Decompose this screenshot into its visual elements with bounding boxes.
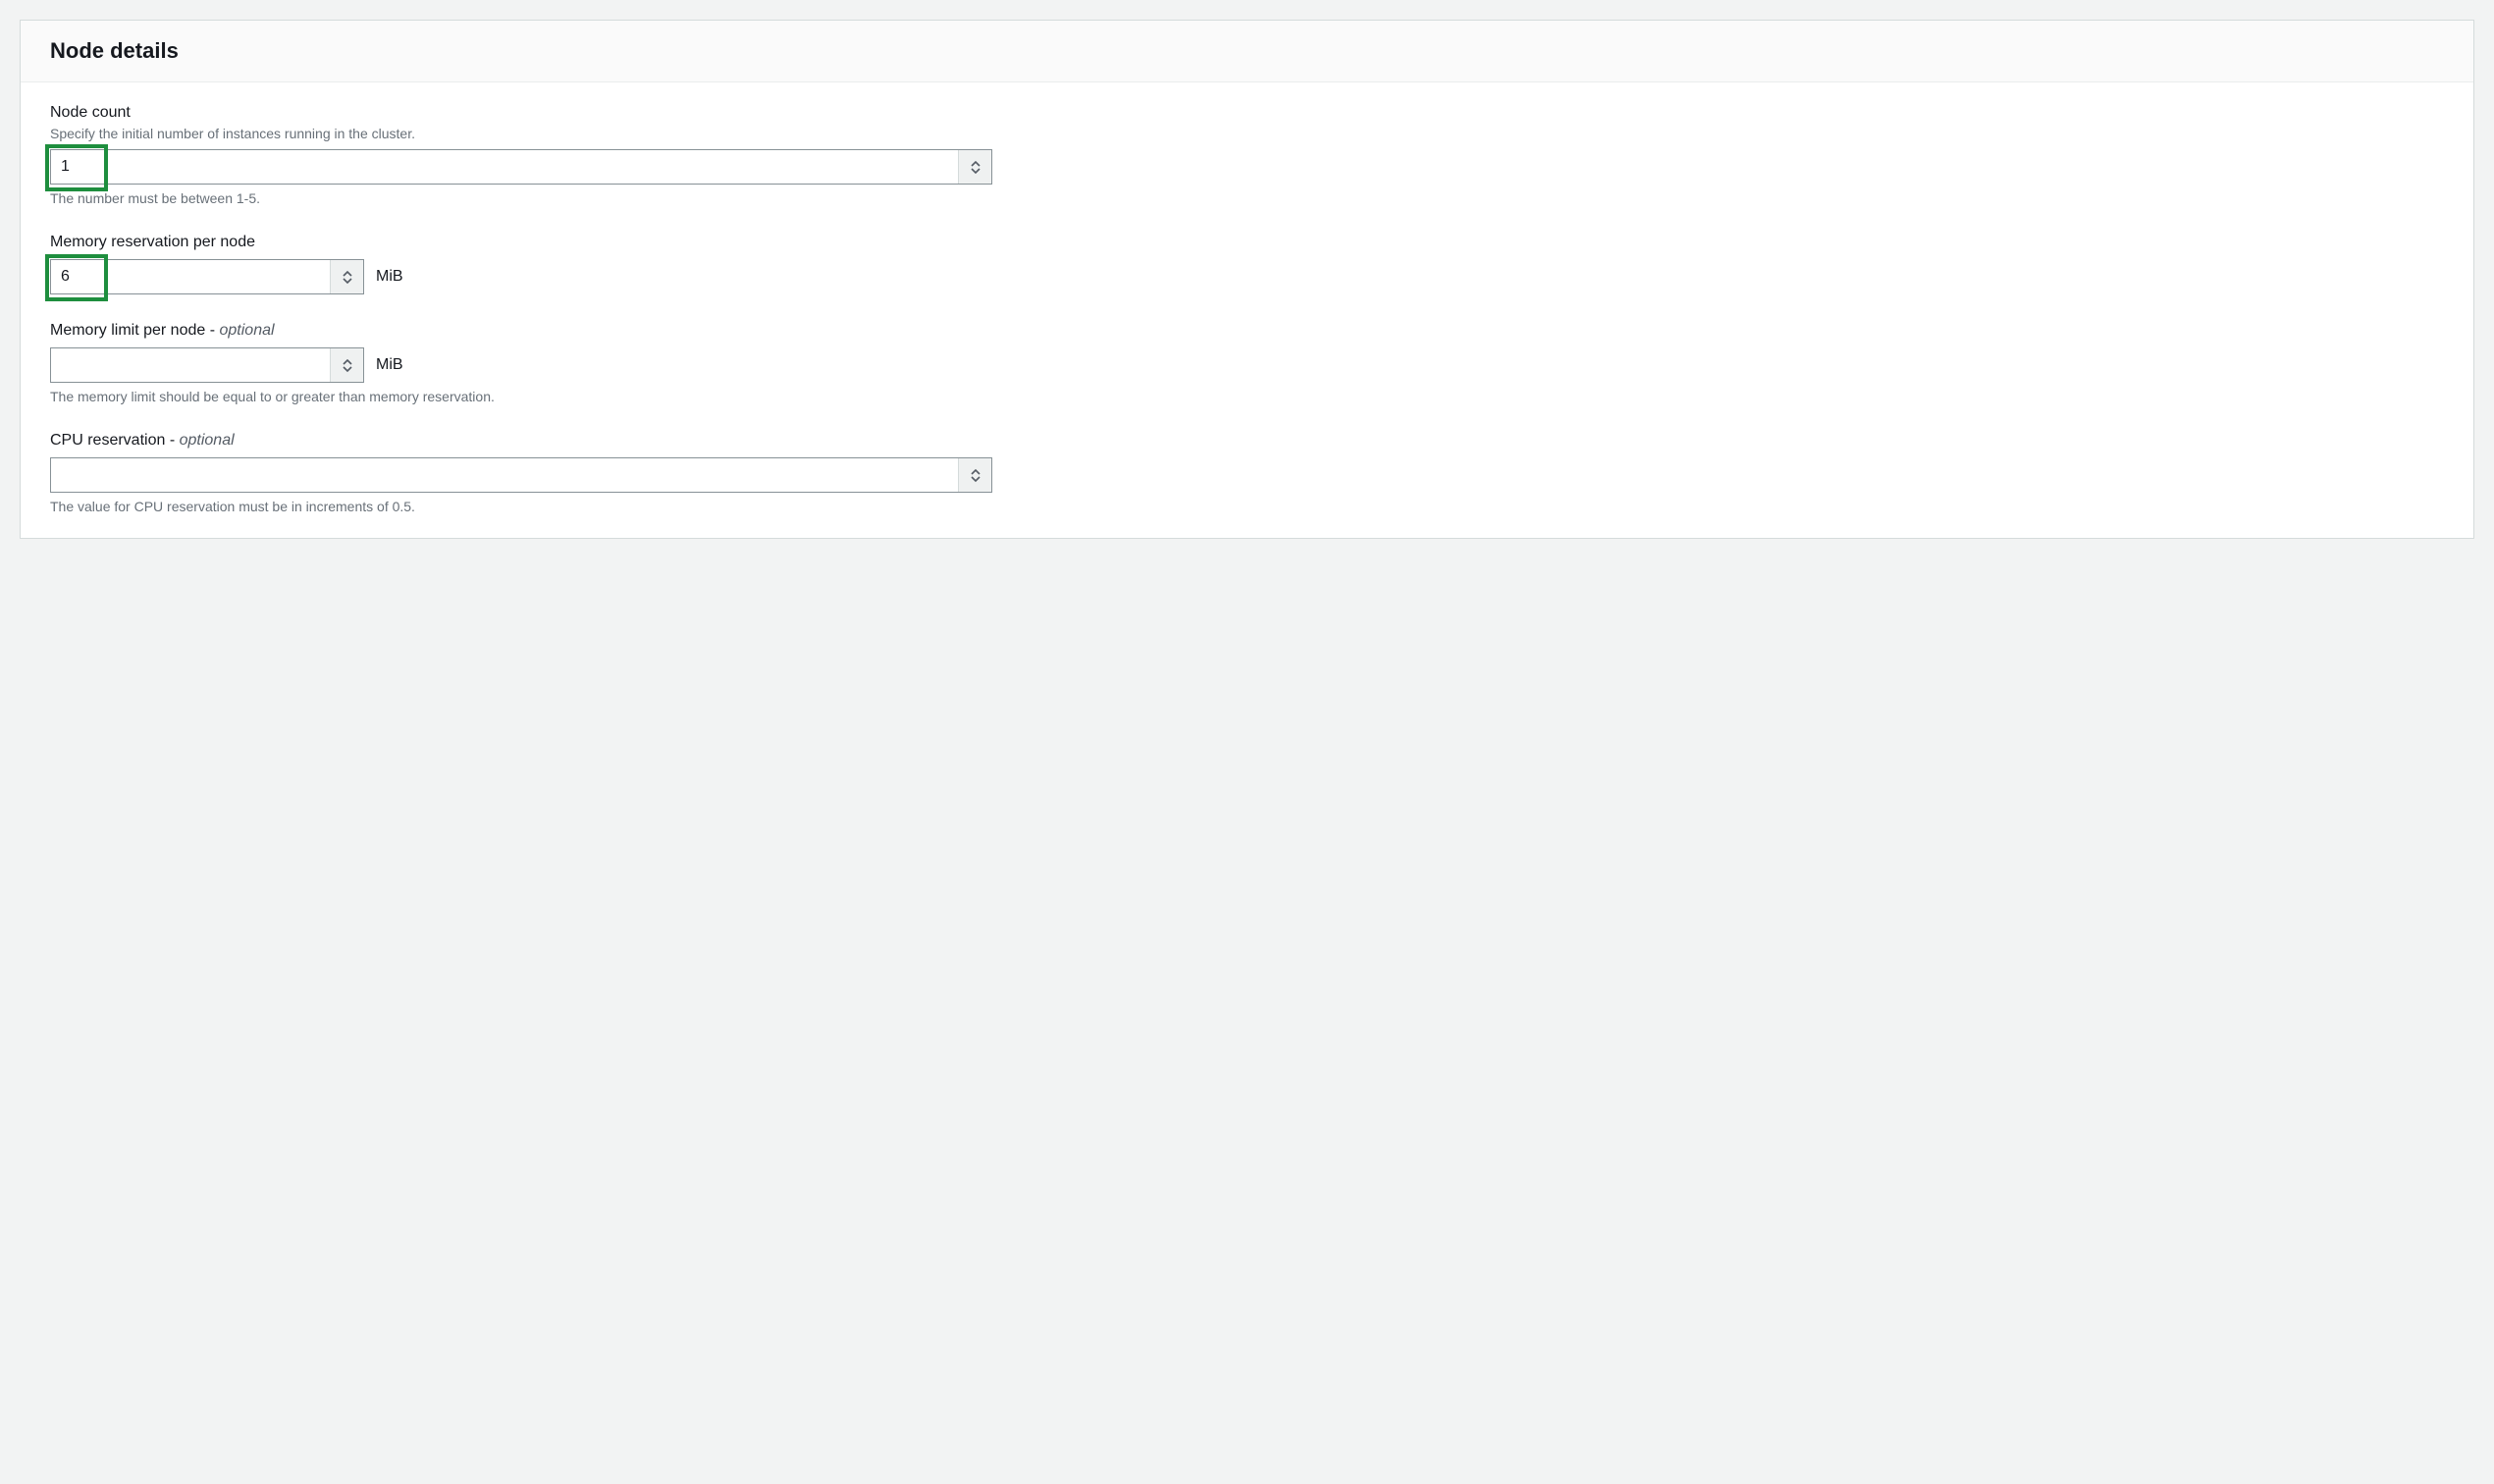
panel-title: Node details [50,38,2444,64]
memory-limit-unit: MiB [376,356,403,374]
chevron-down-icon [343,278,352,284]
memory-limit-group: Memory limit per node - optional MiB The… [50,322,2444,404]
chevron-up-icon [343,271,352,277]
node-count-group: Node count Specify the initial number of… [50,104,2444,206]
memory-limit-label-optional: optional [220,322,275,339]
memory-reservation-label: Memory reservation per node [50,234,2444,251]
memory-limit-label-main: Memory limit per node - [50,322,220,339]
node-count-description: Specify the initial number of instances … [50,126,2444,141]
node-count-stepper[interactable] [958,150,991,184]
node-count-input-wrapper [50,149,992,185]
chevron-up-icon [971,469,981,475]
memory-reservation-stepper[interactable] [330,260,363,293]
cpu-reservation-label-main: CPU reservation - [50,432,180,449]
memory-limit-constraint: The memory limit should be equal to or g… [50,389,2444,404]
memory-limit-stepper[interactable] [330,348,363,382]
chevron-up-icon [343,359,352,365]
node-count-constraint: The number must be between 1-5. [50,190,2444,206]
cpu-reservation-group: CPU reservation - optional The value for… [50,432,2444,514]
memory-limit-input-wrapper [50,347,364,383]
memory-reservation-input[interactable] [51,260,330,293]
cpu-reservation-constraint: The value for CPU reservation must be in… [50,499,2444,514]
memory-reservation-group: Memory reservation per node MiB [50,234,2444,294]
memory-reservation-input-wrapper [50,259,364,294]
memory-reservation-unit: MiB [376,268,403,286]
panel-header: Node details [21,21,2473,82]
cpu-reservation-stepper[interactable] [958,458,991,492]
node-details-panel: Node details Node count Specify the init… [20,20,2474,539]
memory-limit-label: Memory limit per node - optional [50,322,2444,340]
chevron-up-icon [971,161,981,167]
chevron-down-icon [343,366,352,372]
chevron-down-icon [971,168,981,174]
cpu-reservation-input-wrapper [50,457,992,493]
chevron-down-icon [971,476,981,482]
node-count-label: Node count [50,104,2444,122]
cpu-reservation-input[interactable] [51,458,958,492]
panel-body: Node count Specify the initial number of… [21,82,2473,538]
cpu-reservation-label-optional: optional [180,432,235,449]
memory-limit-input[interactable] [51,348,330,382]
node-count-input[interactable] [51,150,958,184]
cpu-reservation-label: CPU reservation - optional [50,432,2444,450]
